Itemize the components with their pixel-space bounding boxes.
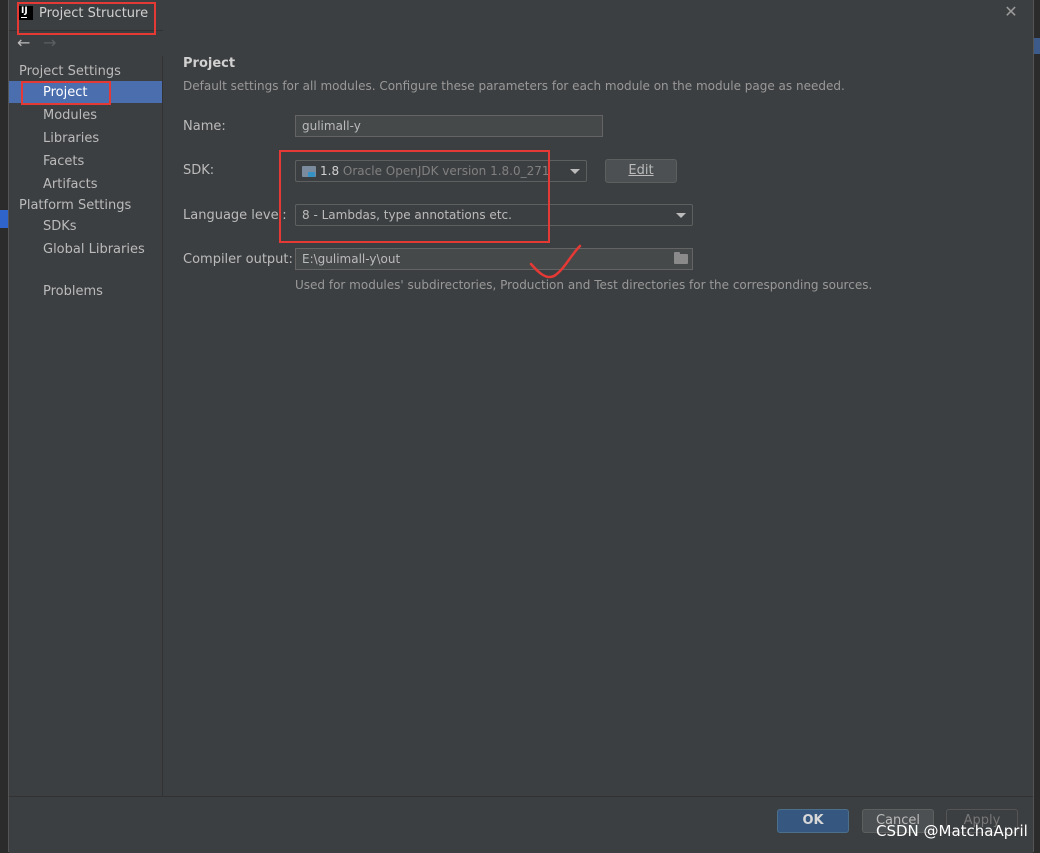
annotation-checkmark xyxy=(529,244,582,279)
sidebar-item-artifacts[interactable]: Artifacts xyxy=(43,177,98,192)
sdk-label: SDK: xyxy=(183,163,215,178)
annotation-box-project xyxy=(21,81,111,105)
page-description: Default settings for all modules. Config… xyxy=(183,79,845,93)
project-structure-dialog: IJ Project Structure ✕ ← → Project Setti… xyxy=(8,0,1034,853)
name-value: gulimall-y xyxy=(302,119,361,133)
title-bar: IJ Project Structure ✕ xyxy=(9,0,1033,31)
sidebar: Project Settings Project Modules Librari… xyxy=(9,56,163,796)
sidebar-item-global-libraries[interactable]: Global Libraries xyxy=(43,242,145,257)
background-ide-left xyxy=(0,0,8,852)
edit-button-label: Edit xyxy=(628,163,654,178)
compiler-output-field[interactable]: E:\gulimall-y\out xyxy=(295,248,693,270)
sidebar-item-libraries[interactable]: Libraries xyxy=(43,131,99,146)
sdk-edit-button[interactable]: Edit xyxy=(605,159,677,183)
platform-settings-header: Platform Settings xyxy=(19,198,132,213)
close-icon[interactable]: ✕ xyxy=(1003,4,1019,20)
forward-arrow-icon: → xyxy=(43,33,57,52)
browse-folder-icon[interactable] xyxy=(674,252,688,264)
compiler-output-value: E:\gulimall-y\out xyxy=(302,252,401,266)
language-level-label: Language level: xyxy=(183,208,287,223)
background-ide-tab xyxy=(1034,38,1040,54)
sidebar-item-facets[interactable]: Facets xyxy=(43,154,84,169)
sidebar-item-problems[interactable]: Problems xyxy=(43,284,103,299)
sidebar-item-sdks[interactable]: SDKs xyxy=(43,219,77,234)
back-arrow-icon[interactable]: ← xyxy=(17,33,30,52)
watermark: CSDN @MatchaApril xyxy=(876,822,1028,840)
sidebar-item-modules[interactable]: Modules xyxy=(43,108,97,123)
page-title: Project xyxy=(183,56,236,71)
chevron-down-icon xyxy=(676,213,686,218)
name-label: Name: xyxy=(183,119,226,134)
annotation-box-sdk-language xyxy=(279,150,550,243)
chevron-down-icon xyxy=(570,169,580,174)
compiler-output-label: Compiler output: xyxy=(183,252,293,267)
project-settings-panel: Project Default settings for all modules… xyxy=(163,30,1033,796)
ok-button[interactable]: OK xyxy=(777,809,849,833)
name-field[interactable]: gulimall-y xyxy=(295,115,603,137)
project-settings-header: Project Settings xyxy=(19,64,121,79)
annotation-box-title xyxy=(17,2,156,35)
background-ide-selection xyxy=(0,210,8,228)
ok-button-label: OK xyxy=(802,813,824,828)
